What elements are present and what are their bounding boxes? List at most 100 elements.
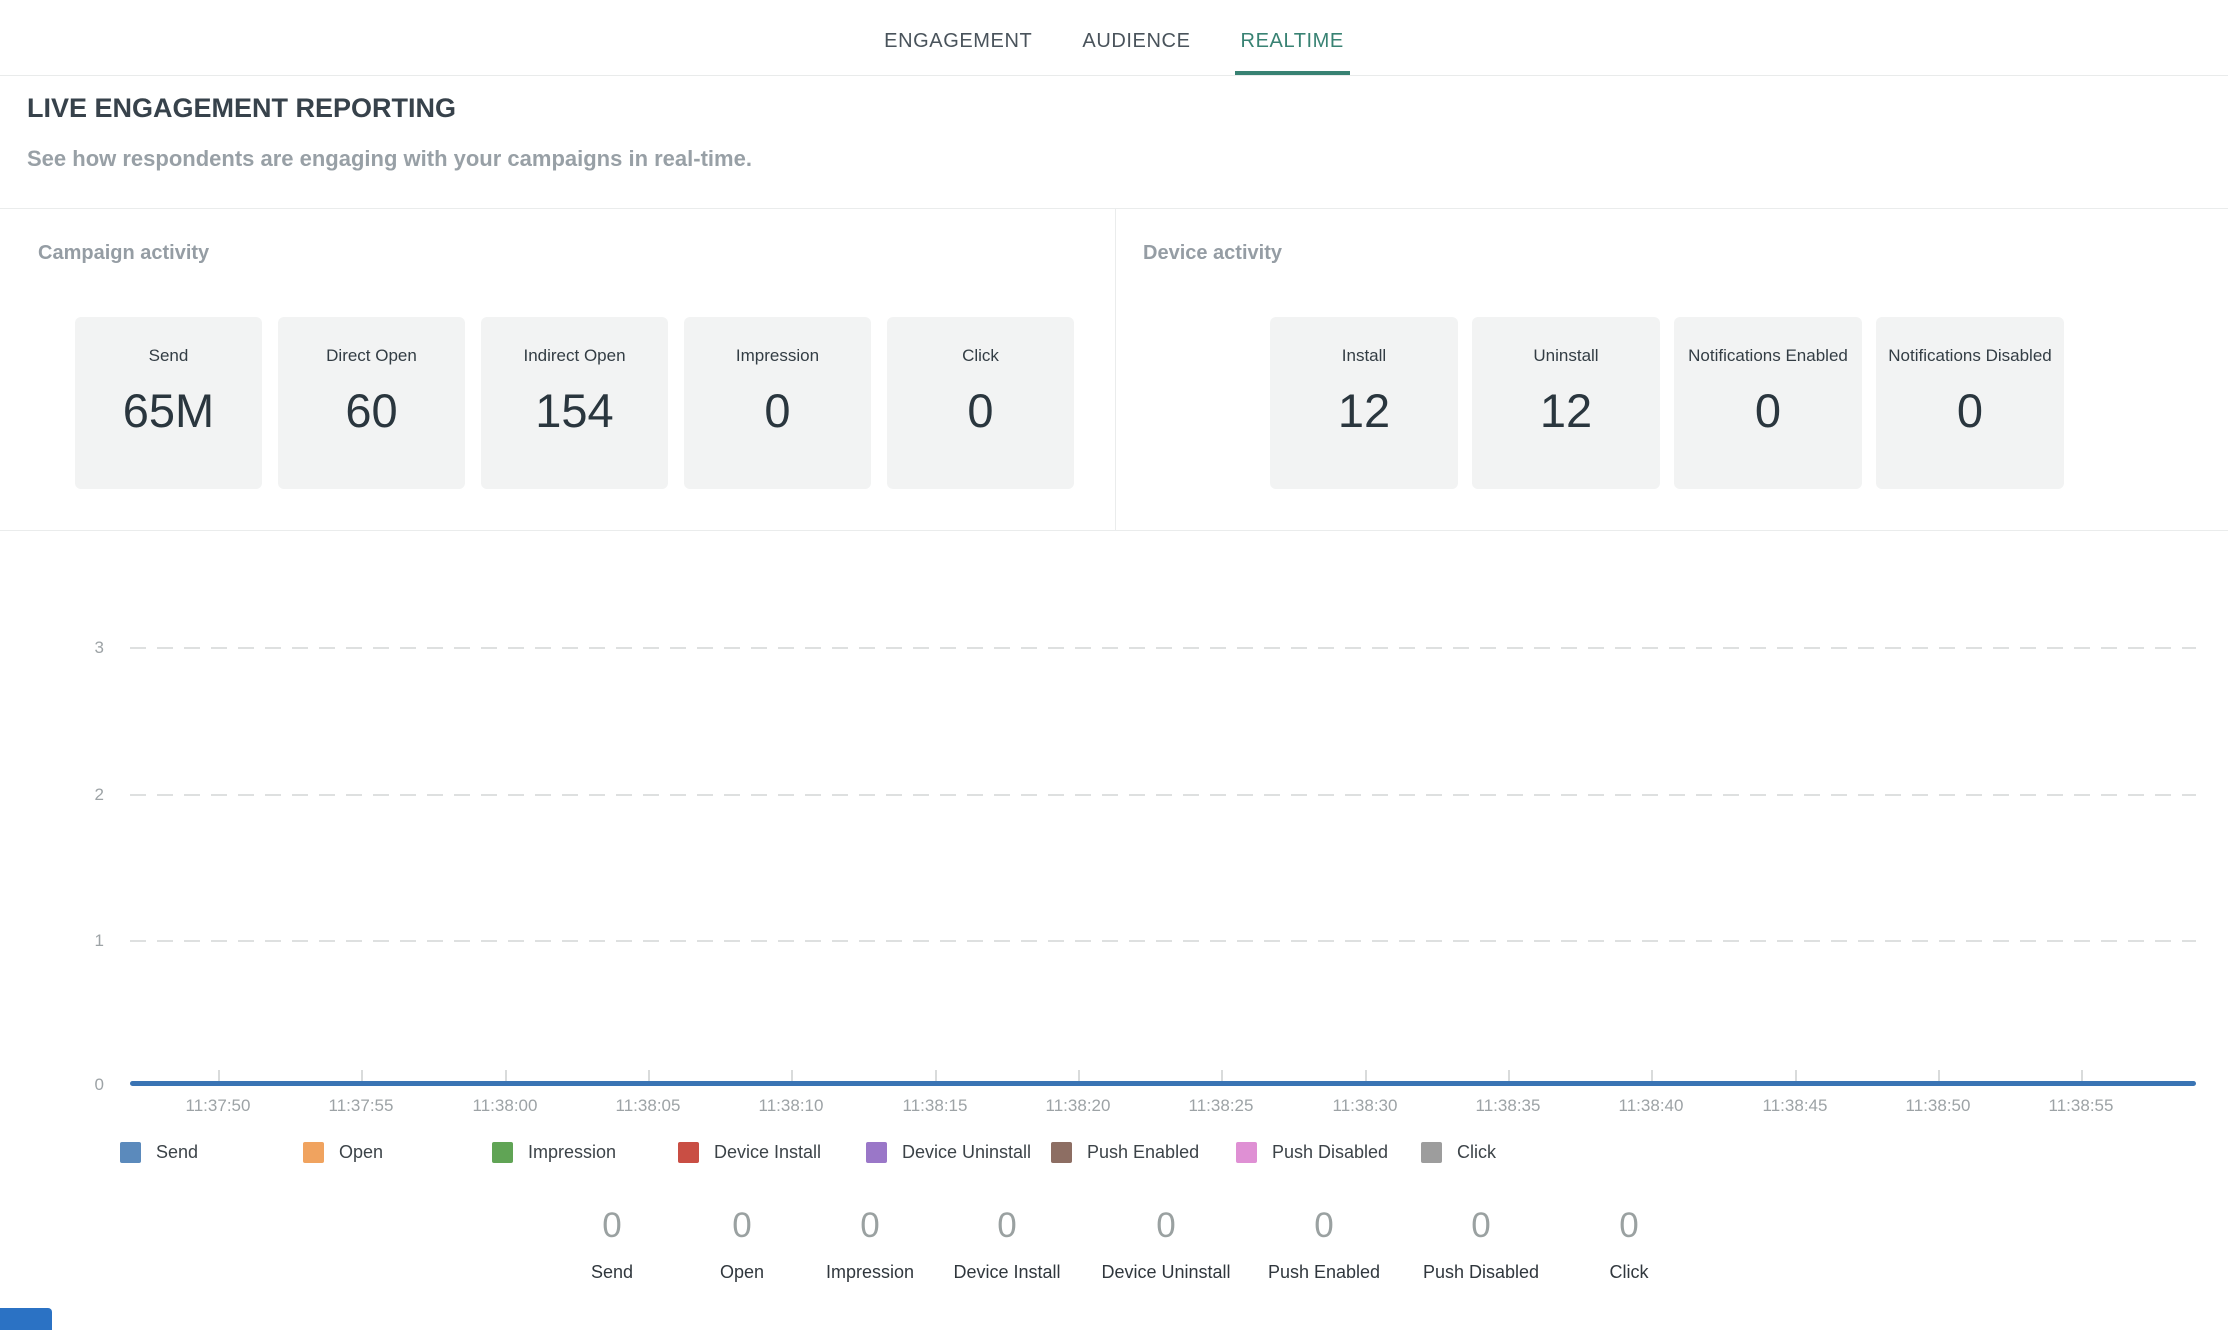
legend-item-click[interactable]: Click: [1421, 1142, 1496, 1163]
stat-label: Notifications Enabled: [1688, 346, 1848, 366]
legend-label: Push Enabled: [1087, 1142, 1199, 1163]
tab-audience[interactable]: AUDIENCE: [1076, 0, 1196, 75]
counter-push-disabled: 0 Push Disabled: [1423, 1208, 1539, 1281]
stat-label: Indirect Open: [523, 346, 625, 366]
counter-value: 0: [732, 1208, 751, 1243]
counter-label: Push Enabled: [1268, 1263, 1380, 1281]
counter-label: Device Install: [953, 1263, 1060, 1281]
x-axis-label: 11:38:20: [1046, 1096, 1111, 1116]
x-axis-label: 11:37:55: [329, 1096, 394, 1116]
legend-item-impression[interactable]: Impression: [492, 1142, 616, 1163]
legend-swatch-push-enabled: [1051, 1142, 1072, 1163]
stat-label: Impression: [736, 346, 819, 366]
x-axis-label: 11:37:50: [186, 1096, 251, 1116]
legend-label: Impression: [528, 1142, 616, 1163]
stat-value: 65M: [123, 383, 214, 438]
counter-value: 0: [602, 1208, 621, 1243]
chat-launcher-button[interactable]: [0, 1308, 52, 1330]
legend-label: Device Uninstall: [902, 1142, 1031, 1163]
stat-value: 154: [535, 383, 613, 438]
y-axis-tick: 1: [58, 931, 104, 951]
legend-item-send[interactable]: Send: [120, 1142, 198, 1163]
x-axis-label: 11:38:40: [1619, 1096, 1684, 1116]
legend-swatch-click: [1421, 1142, 1442, 1163]
stat-label: Uninstall: [1533, 346, 1598, 366]
x-axis-label: 11:38:00: [473, 1096, 538, 1116]
stat-value: 0: [764, 383, 790, 438]
stat-card-install: Install 12: [1270, 317, 1458, 489]
stat-card-direct-open: Direct Open 60: [278, 317, 465, 489]
stat-value: 12: [1338, 383, 1390, 438]
counter-send: 0 Send: [591, 1208, 633, 1281]
legend-swatch-impression: [492, 1142, 513, 1163]
campaign-activity-panel: Campaign activity Send 65M Direct Open 6…: [0, 209, 1115, 530]
x-axis-label: 11:38:55: [2049, 1096, 2114, 1116]
y-axis-tick: 2: [58, 785, 104, 805]
campaign-activity-title: Campaign activity: [38, 242, 209, 265]
page-title: LIVE ENGAGEMENT REPORTING: [27, 95, 2201, 122]
counter-open: 0 Open: [720, 1208, 764, 1281]
page-subtitle: See how respondents are engaging with yo…: [27, 148, 2201, 170]
counter-label: Send: [591, 1263, 633, 1281]
chart-legend: Send Open Impression Device Install Devi…: [0, 1142, 2228, 1166]
tab-realtime[interactable]: REALTIME: [1235, 0, 1350, 75]
tab-list: ENGAGEMENT AUDIENCE REALTIME: [0, 0, 2228, 75]
x-axis-label: 11:38:25: [1189, 1096, 1254, 1116]
device-activity-cards: Install 12 Uninstall 12 Notifications En…: [1270, 317, 2064, 489]
legend-item-push-enabled[interactable]: Push Enabled: [1051, 1142, 1199, 1163]
legend-label: Push Disabled: [1272, 1142, 1388, 1163]
x-axis-label: 11:38:10: [759, 1096, 824, 1116]
device-activity-panel: Device activity Install 12 Uninstall 12 …: [1115, 209, 2228, 530]
stat-value: 0: [967, 383, 993, 438]
x-axis-label: 11:38:45: [1763, 1096, 1828, 1116]
live-engagement-page: ENGAGEMENT AUDIENCE REALTIME LIVE ENGAGE…: [0, 0, 2228, 1330]
counter-label: Impression: [826, 1263, 914, 1281]
stat-value: 12: [1540, 383, 1592, 438]
device-activity-title: Device activity: [1143, 242, 1282, 265]
stat-card-send: Send 65M: [75, 317, 262, 489]
legend-swatch-device-install: [678, 1142, 699, 1163]
counter-device-uninstall: 0 Device Uninstall: [1101, 1208, 1230, 1281]
legend-item-device-uninstall[interactable]: Device Uninstall: [866, 1142, 1031, 1163]
counter-device-install: 0 Device Install: [953, 1208, 1060, 1281]
counter-label: Open: [720, 1263, 764, 1281]
counter-value: 0: [1471, 1208, 1490, 1243]
counter-value: 0: [860, 1208, 879, 1243]
page-header: LIVE ENGAGEMENT REPORTING See how respon…: [27, 75, 2201, 170]
tab-bar: ENGAGEMENT AUDIENCE REALTIME: [0, 0, 2228, 76]
x-axis-label: 11:38:05: [616, 1096, 681, 1116]
legend-label: Device Install: [714, 1142, 821, 1163]
stat-value: 60: [345, 383, 397, 438]
stat-label: Direct Open: [326, 346, 417, 366]
counter-value: 0: [1314, 1208, 1333, 1243]
legend-item-open[interactable]: Open: [303, 1142, 383, 1163]
stat-label: Install: [1342, 346, 1386, 366]
x-axis-label: 11:38:35: [1476, 1096, 1541, 1116]
tab-engagement[interactable]: ENGAGEMENT: [878, 0, 1038, 75]
stat-card-click: Click 0: [887, 317, 1074, 489]
legend-swatch-send: [120, 1142, 141, 1163]
gridline-2: [130, 794, 2196, 796]
legend-item-device-install[interactable]: Device Install: [678, 1142, 821, 1163]
stat-card-uninstall: Uninstall 12: [1472, 317, 1660, 489]
counter-impression: 0 Impression: [826, 1208, 914, 1281]
counter-label: Device Uninstall: [1101, 1263, 1230, 1281]
legend-swatch-open: [303, 1142, 324, 1163]
stat-card-impression: Impression 0: [684, 317, 871, 489]
counter-value: 0: [1619, 1208, 1638, 1243]
counter-push-enabled: 0 Push Enabled: [1268, 1208, 1380, 1281]
counter-label: Click: [1610, 1263, 1649, 1281]
legend-swatch-push-disabled: [1236, 1142, 1257, 1163]
stat-value: 0: [1755, 383, 1781, 438]
legend-swatch-device-uninstall: [866, 1142, 887, 1163]
x-axis-label: 11:38:50: [1906, 1096, 1971, 1116]
stat-label: Notifications Disabled: [1888, 346, 2051, 366]
stat-label: Click: [962, 346, 999, 366]
counter-value: 0: [1156, 1208, 1175, 1243]
realtime-line-chart: 3 2 1 0 11:37:50 11:37:55 11:38:00 11:38…: [0, 531, 2228, 1131]
stat-card-indirect-open: Indirect Open 154: [481, 317, 668, 489]
legend-item-push-disabled[interactable]: Push Disabled: [1236, 1142, 1388, 1163]
stat-label: Send: [149, 346, 189, 366]
x-axis-label: 11:38:15: [903, 1096, 968, 1116]
series-line-at-zero: [130, 1081, 2196, 1086]
